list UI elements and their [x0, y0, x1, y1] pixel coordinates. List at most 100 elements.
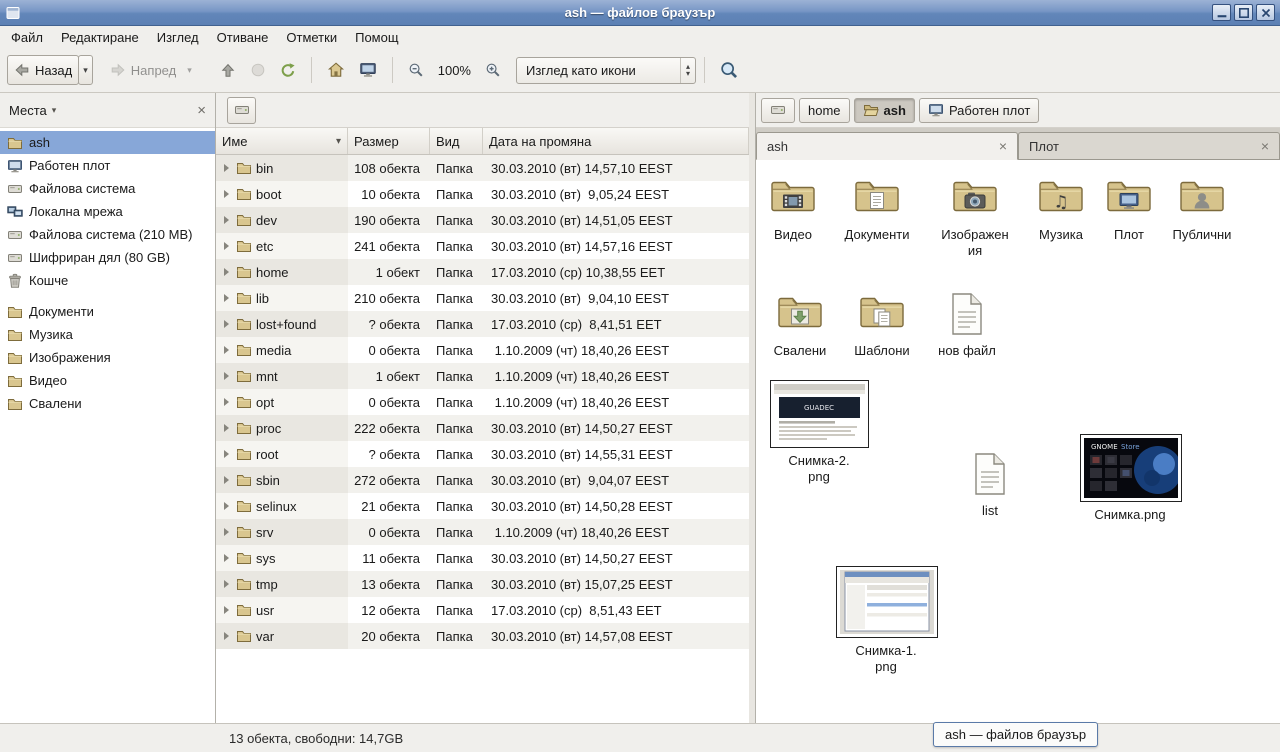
expander-icon[interactable] — [224, 476, 229, 484]
expander-icon[interactable] — [224, 268, 229, 276]
expander-icon[interactable] — [224, 424, 229, 432]
file-row-boot[interactable]: boot10 обектаПапка30.03.2010 (вт) 9,05,2… — [216, 181, 749, 207]
file-row-dev[interactable]: dev190 обектаПапка30.03.2010 (вт) 14,51,… — [216, 207, 749, 233]
sidebar-item-downloads[interactable]: Свалени — [0, 392, 215, 415]
expander-icon[interactable] — [224, 216, 229, 224]
file-row-home[interactable]: home1 обектПапка17.03.2010 (ср) 10,38,55… — [216, 259, 749, 285]
menu-go[interactable]: Отиване — [208, 26, 278, 48]
expander-icon[interactable] — [224, 294, 229, 302]
column-header-type[interactable]: Вид — [430, 128, 483, 154]
reload-button[interactable] — [273, 55, 303, 85]
file-item-downloads[interactable]: Свалени — [760, 290, 840, 359]
file-row-selinux[interactable]: selinux21 обектаПапка30.03.2010 (вт) 14,… — [216, 493, 749, 519]
sidebar-item-pictures[interactable]: Изображения — [0, 346, 215, 369]
file-item-snimka[interactable]: GNOMEStoreСнимка.png — [1080, 434, 1180, 523]
zoom-in-button[interactable] — [478, 55, 508, 85]
file-row-sbin[interactable]: sbin272 обектаПапка30.03.2010 (вт) 9,04,… — [216, 467, 749, 493]
maximize-button[interactable] — [1234, 4, 1253, 21]
menu-bookmarks[interactable]: Отметки — [277, 26, 346, 48]
file-row-mnt[interactable]: mnt1 обектПапка 1.10.2009 (чт) 18,40,26 … — [216, 363, 749, 389]
sidebar-item-encrypted-80gb[interactable]: Шифриран дял (80 GB) — [0, 246, 215, 269]
column-header-name[interactable]: Име▾ — [216, 128, 348, 154]
file-row-media[interactable]: media0 обектаПапка 1.10.2009 (чт) 18,40,… — [216, 337, 749, 363]
sidebar-item-trash[interactable]: Кошче — [0, 269, 215, 292]
back-button[interactable]: Назад — [7, 55, 79, 85]
titlebar[interactable]: ash — файлов браузър — [0, 0, 1280, 26]
expander-icon[interactable] — [224, 164, 229, 172]
back-history-dropdown[interactable]: ▾ — [78, 55, 93, 85]
file-row-lost+found[interactable]: lost+found? обектаПапка17.03.2010 (ср) 8… — [216, 311, 749, 337]
file-item-videos[interactable]: Видео — [756, 174, 833, 243]
file-item-new-file[interactable]: нов файл — [927, 290, 1007, 359]
file-row-root[interactable]: root? обектаПапка30.03.2010 (вт) 14,55,3… — [216, 441, 749, 467]
file-row-tmp[interactable]: tmp13 обектаПапка30.03.2010 (вт) 15,07,2… — [216, 571, 749, 597]
sidebar-item-filesystem-210mb[interactable]: Файлова система (210 MB) — [0, 223, 215, 246]
sidebar-close-button[interactable]: × — [197, 103, 206, 118]
expander-icon[interactable] — [224, 372, 229, 380]
expander-icon[interactable] — [224, 502, 229, 510]
up-button[interactable] — [213, 55, 243, 85]
minimize-button[interactable] — [1212, 4, 1231, 21]
menu-help[interactable]: Помощ — [346, 26, 407, 48]
file-item-snimka-2[interactable]: GUADECСнимка-2. png — [769, 380, 869, 485]
path-button-desktop[interactable]: Работен плот — [919, 98, 1039, 123]
column-header-date[interactable]: Дата на промяна — [483, 128, 749, 154]
home-button[interactable] — [320, 55, 352, 85]
file-item-snimka-1[interactable]: Снимка-1. png — [836, 566, 936, 675]
file-row-var[interactable]: var20 обектаПапка30.03.2010 (вт) 14,57,0… — [216, 623, 749, 649]
sidebar-item-videos[interactable]: Видео — [0, 369, 215, 392]
expander-icon[interactable] — [224, 632, 229, 640]
file-item-desktop[interactable]: Плот — [1089, 174, 1169, 243]
expander-icon[interactable] — [224, 242, 229, 250]
close-button[interactable] — [1256, 4, 1275, 21]
file-row-etc[interactable]: etc241 обектаПапка30.03.2010 (вт) 14,57,… — [216, 233, 749, 259]
file-row-lib[interactable]: lib210 обектаПапка30.03.2010 (вт) 9,04,1… — [216, 285, 749, 311]
menu-edit[interactable]: Редактиране — [52, 26, 148, 48]
icon-view[interactable]: ВидеоДокументиИзображен ия♫МузикаПлотПуб… — [756, 160, 1280, 723]
file-row-bin[interactable]: bin108 обектаПапка30.03.2010 (вт) 14,57,… — [216, 155, 749, 181]
file-item-templates[interactable]: Шаблони — [842, 290, 922, 359]
sidebar-item-network[interactable]: Локална мрежа — [0, 200, 215, 223]
file-item-list[interactable]: list — [950, 450, 1030, 519]
path-button-ash[interactable]: ash — [854, 98, 915, 123]
expander-icon[interactable] — [224, 346, 229, 354]
sidebar-item-filesystem[interactable]: Файлова система — [0, 177, 215, 200]
tab-ash[interactable]: ash× — [756, 132, 1018, 160]
file-row-opt[interactable]: opt0 обектаПапка 1.10.2009 (чт) 18,40,26… — [216, 389, 749, 415]
expander-icon[interactable] — [224, 320, 229, 328]
view-mode-select[interactable]: Изглед като икони ▴▾ — [516, 57, 696, 84]
expander-icon[interactable] — [224, 580, 229, 588]
tab-close-button[interactable]: × — [1261, 139, 1269, 153]
forward-history-dropdown[interactable]: ▾ — [182, 55, 197, 85]
sidebar-item-music[interactable]: Музика — [0, 323, 215, 346]
file-item-pictures[interactable]: Изображен ия — [935, 174, 1015, 259]
expander-icon[interactable] — [224, 554, 229, 562]
tab-close-button[interactable]: × — [999, 139, 1007, 153]
path-button-root[interactable] — [761, 98, 795, 123]
expander-icon[interactable] — [224, 450, 229, 458]
tab-desktop[interactable]: Плот× — [1018, 132, 1280, 160]
sidebar-item-desktop[interactable]: Работен плот — [0, 154, 215, 177]
file-row-usr[interactable]: usr12 обектаПапка17.03.2010 (ср) 8,51,43… — [216, 597, 749, 623]
file-row-proc[interactable]: proc222 обектаПапка30.03.2010 (вт) 14,50… — [216, 415, 749, 441]
expander-icon[interactable] — [224, 398, 229, 406]
search-button[interactable] — [713, 55, 745, 85]
menu-file[interactable]: Файл — [2, 26, 52, 48]
file-row-sys[interactable]: sys11 обектаПапка30.03.2010 (вт) 14,50,2… — [216, 545, 749, 571]
path-button-home[interactable]: home — [799, 98, 850, 123]
expander-icon[interactable] — [224, 606, 229, 614]
sidebar-item-documents[interactable]: Документи — [0, 300, 215, 323]
expander-icon[interactable] — [224, 190, 229, 198]
zoom-out-button[interactable] — [401, 55, 431, 85]
chevron-down-icon[interactable]: ▾ — [52, 105, 57, 116]
forward-button[interactable]: Напред — [103, 55, 183, 85]
menu-view[interactable]: Изглед — [148, 26, 208, 48]
computer-button[interactable] — [352, 55, 384, 85]
path-button-filesystem-root[interactable] — [227, 97, 256, 124]
sidebar-item-ash[interactable]: ash — [0, 131, 215, 154]
file-item-documents[interactable]: Документи — [837, 174, 917, 243]
pane-splitter[interactable] — [749, 93, 756, 723]
file-row-srv[interactable]: srv0 обектаПапка 1.10.2009 (чт) 18,40,26… — [216, 519, 749, 545]
stop-button[interactable] — [243, 55, 273, 85]
expander-icon[interactable] — [224, 528, 229, 536]
